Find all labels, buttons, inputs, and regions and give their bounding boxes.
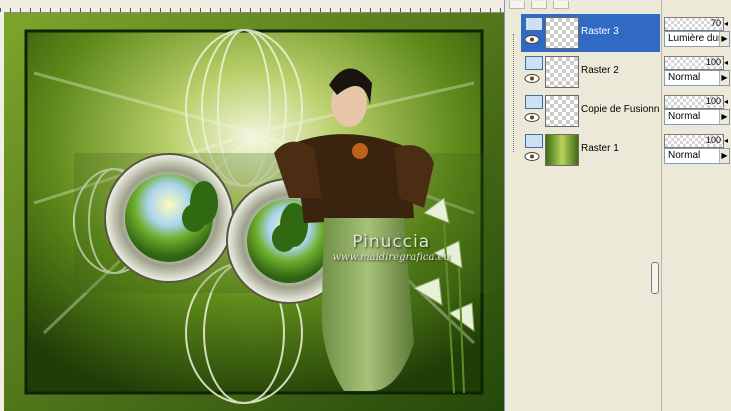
watermark-name: Pinuccia [352,232,431,252]
blend-mode-value: Normal [668,111,701,122]
layer-properties-column: 70 ◂ Lumière dure ▶ 100 ◂ Normal ▶ 100 ◂ N… [661,0,731,411]
layer-thumbnail [545,17,579,49]
layer-name: Copie de Fusionn [581,104,660,115]
dropdown-arrow-icon[interactable]: ▶ [719,32,729,46]
visibility-eye-icon[interactable] [524,35,540,44]
layer-name: Raster 2 [581,65,619,76]
horizontal-ruler [0,0,504,13]
opacity-value: 100 [705,135,721,145]
dropdown-arrow-icon[interactable]: ▶ [719,110,729,124]
opacity-slider[interactable]: 100 [664,56,724,70]
visibility-eye-icon[interactable] [524,74,540,83]
opacity-value: 100 [705,57,721,67]
visibility-eye-icon[interactable] [524,152,540,161]
layer-thumbnail [545,95,579,127]
layer-row-raster-1[interactable]: Raster 1 [521,131,660,169]
opacity-slider[interactable]: 100 [664,95,724,109]
layer-props-copie-de-fusionn: 100 ◂ Normal ▶ [662,92,731,128]
layer-thumbnail [545,56,579,88]
visibility-eye-icon[interactable] [524,113,540,122]
layer-props-raster-2: 100 ◂ Normal ▶ [662,53,731,89]
slider-pointer-icon: ◂ [724,58,729,67]
blend-mode-value: Normal [668,150,701,161]
opacity-value: 100 [705,96,721,106]
blend-mode-select[interactable]: Lumière dure ▶ [664,31,730,47]
blend-mode-select[interactable]: Normal ▶ [664,109,730,125]
slider-pointer-icon: ◂ [724,19,729,28]
palette-splitter-handle[interactable] [651,262,659,294]
watermark-url: www.maidiregrafica.eu [332,252,450,263]
layer-name: Raster 1 [581,143,619,154]
layer-name: Raster 3 [581,26,619,37]
layer-props-raster-1: 100 ◂ Normal ▶ [662,131,731,167]
raster-layer-icon [525,95,543,109]
delete-layer-button[interactable] [531,1,547,9]
blend-mode-value: Normal [668,72,701,83]
new-layer-button[interactable] [509,1,525,9]
slider-pointer-icon: ◂ [724,136,729,145]
raster-layer-icon [525,134,543,148]
layers-palette: Raster 3 Raster 2 Copie de Fusionn Raste… [504,0,731,411]
raster-layer-icon [525,56,543,70]
opacity-value: 70 [710,18,721,28]
layer-row-raster-3[interactable]: Raster 3 [521,14,660,52]
slider-pointer-icon: ◂ [724,97,729,106]
dropdown-arrow-icon[interactable]: ▶ [719,71,729,85]
blend-mode-select[interactable]: Normal ▶ [664,148,730,164]
layer-row-copie-de-fusionn[interactable]: Copie de Fusionn [521,92,660,130]
layer-properties-button[interactable] [553,1,569,9]
layers-toolbar [509,0,649,9]
opacity-slider[interactable]: 100 [664,134,724,148]
opacity-slider[interactable]: 70 [664,17,724,31]
layer-props-raster-3: 70 ◂ Lumière dure ▶ [662,14,731,50]
layer-row-raster-2[interactable]: Raster 2 [521,53,660,91]
watermark: Pinuccia www.maidiregrafica.eu [332,232,450,263]
layer-thumbnail [545,134,579,166]
artwork-image [4,13,504,411]
raster-layer-icon [525,17,543,31]
dropdown-arrow-icon[interactable]: ▶ [719,149,729,163]
image-canvas[interactable]: Pinuccia www.maidiregrafica.eu [0,0,504,411]
blend-mode-select[interactable]: Normal ▶ [664,70,730,86]
